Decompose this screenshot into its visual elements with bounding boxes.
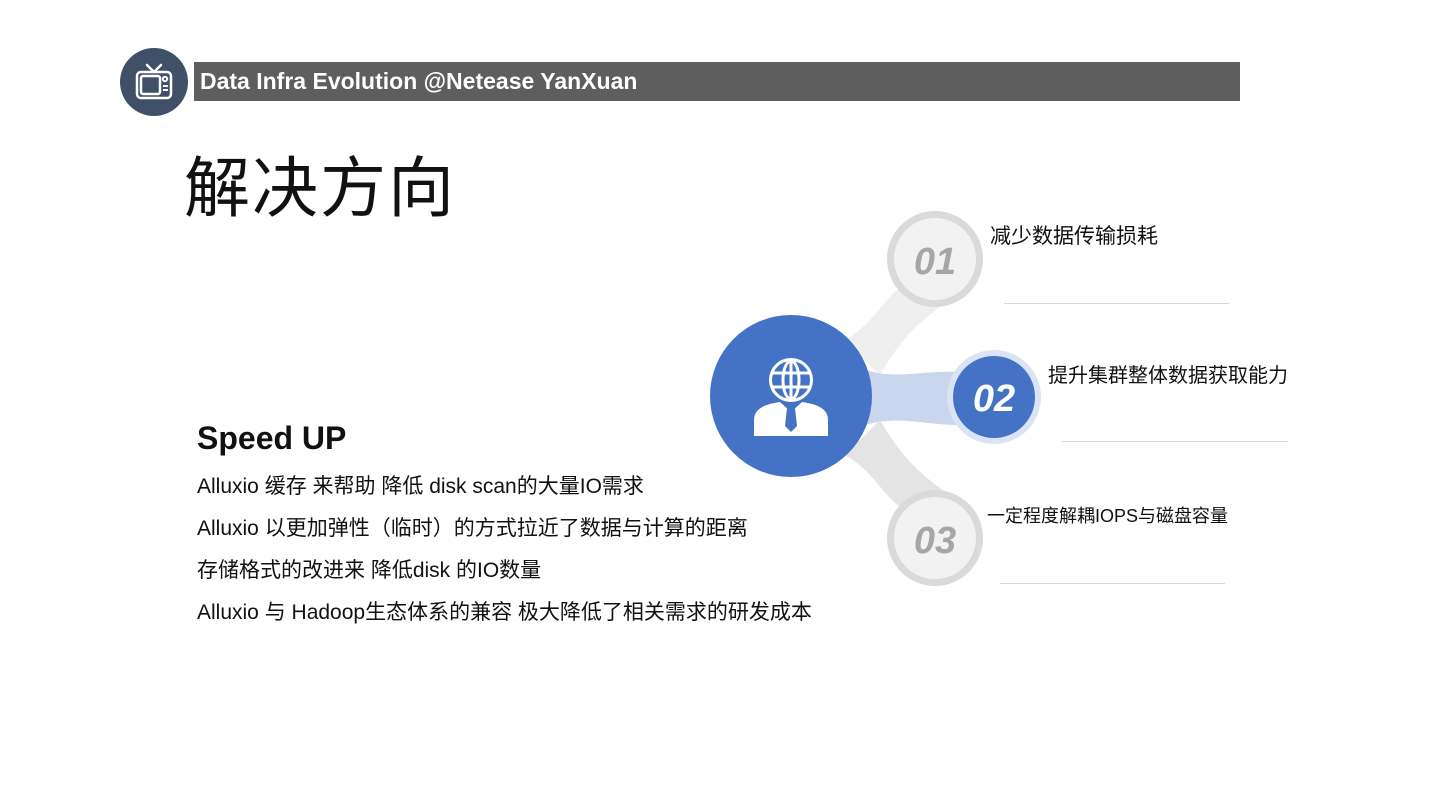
bullet-item: Alluxio 与 Hadoop生态体系的兼容 极大降低了相关需求的研发成本 — [197, 601, 812, 624]
bullet-list: Alluxio 缓存 来帮助 降低 disk scan的大量IO需求 Allux… — [197, 472, 812, 640]
section-title: Speed UP — [197, 420, 347, 456]
bullet-item: 存储格式的改进来 降低disk 的IO数量 — [197, 559, 542, 582]
logo — [120, 48, 188, 116]
bullet-item: Alluxio 缓存 来帮助 降低 disk scan的大量IO需求 — [197, 475, 644, 498]
item-label-02: 提升集群整体数据获取能力 — [1048, 365, 1288, 387]
header-title: Data Infra Evolution @Netease YanXuan — [200, 68, 638, 94]
tv-icon — [135, 63, 173, 100]
divider — [1004, 303, 1229, 304]
node-03-number: 03 — [914, 520, 956, 562]
header-bar: Data Infra Evolution @Netease YanXuan — [194, 62, 1240, 101]
hub-diagram: 01 02 03 — [710, 211, 1041, 586]
item-label-03: 一定程度解耦IOPS与磁盘容量 — [987, 506, 1229, 526]
divider — [1062, 441, 1287, 442]
connector-02 — [865, 370, 960, 425]
node-02-number: 02 — [973, 378, 1015, 420]
divider — [1000, 583, 1225, 584]
bullet-item: Alluxio 以更加弹性（临时）的方式拉近了数据与计算的距离 — [197, 517, 748, 540]
node-01-number: 01 — [914, 241, 956, 283]
page-title: 解决方向 — [184, 150, 456, 227]
item-label-01: 减少数据传输损耗 — [990, 225, 1158, 248]
